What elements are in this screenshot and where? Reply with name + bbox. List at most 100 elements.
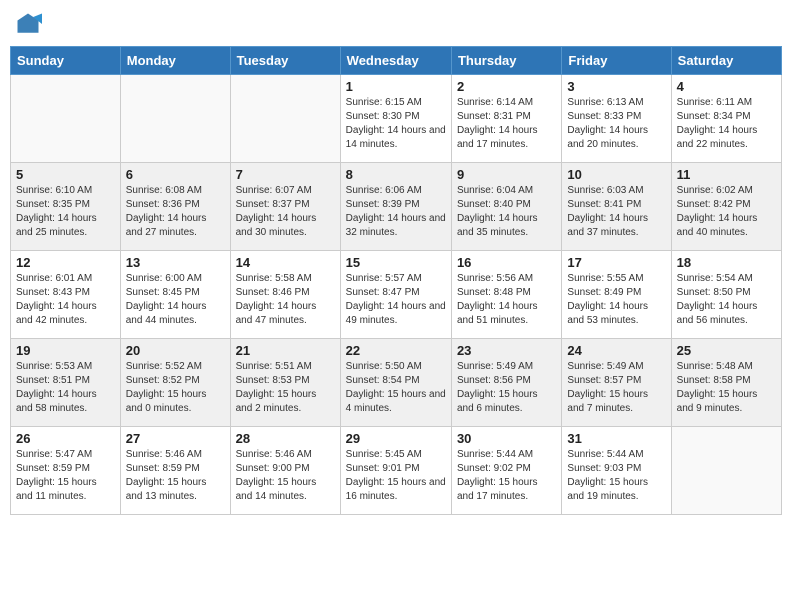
day-number: 8 (346, 167, 446, 182)
day-info: Sunrise: 5:52 AMSunset: 8:52 PMDaylight:… (126, 360, 225, 416)
day-number: 15 (346, 255, 446, 270)
day-cell: 22 Sunrise: 5:50 AMSunset: 8:54 PMDayligh… (340, 339, 451, 427)
day-info: Sunrise: 5:46 AMSunset: 9:00 PMDaylight:… (236, 448, 335, 504)
day-cell: 21 Sunrise: 5:51 AMSunset: 8:53 PMDayligh… (230, 339, 340, 427)
day-info: Sunrise: 6:00 AMSunset: 8:45 PMDaylight:… (126, 272, 225, 328)
day-cell: 28 Sunrise: 5:46 AMSunset: 9:00 PMDayligh… (230, 427, 340, 515)
day-cell: 27 Sunrise: 5:46 AMSunset: 8:59 PMDayligh… (120, 427, 230, 515)
day-info: Sunrise: 5:56 AMSunset: 8:48 PMDaylight:… (457, 272, 556, 328)
day-info: Sunrise: 6:04 AMSunset: 8:40 PMDaylight:… (457, 184, 556, 240)
day-number: 14 (236, 255, 335, 270)
logo-icon (14, 10, 42, 38)
day-cell: 1 Sunrise: 6:15 AMSunset: 8:30 PMDaylight… (340, 75, 451, 163)
day-number: 16 (457, 255, 556, 270)
day-info: Sunrise: 5:50 AMSunset: 8:54 PMDaylight:… (346, 360, 446, 416)
day-info: Sunrise: 5:47 AMSunset: 8:59 PMDaylight:… (16, 448, 115, 504)
day-number: 3 (567, 79, 665, 94)
day-number: 22 (346, 343, 446, 358)
day-number: 28 (236, 431, 335, 446)
logo (14, 10, 44, 38)
day-number: 20 (126, 343, 225, 358)
col-header-thursday: Thursday (451, 47, 561, 75)
day-number: 17 (567, 255, 665, 270)
day-number: 11 (677, 167, 776, 182)
day-info: Sunrise: 6:03 AMSunset: 8:41 PMDaylight:… (567, 184, 665, 240)
week-row-5: 26Sunrise: 5:47 AMSunset: 8:59 PMDayligh… (11, 427, 782, 515)
day-info: Sunrise: 5:45 AMSunset: 9:01 PMDaylight:… (346, 448, 446, 504)
day-number: 31 (567, 431, 665, 446)
day-info: Sunrise: 6:07 AMSunset: 8:37 PMDaylight:… (236, 184, 335, 240)
day-number: 6 (126, 167, 225, 182)
day-cell: 25Sunrise: 5:48 AMSunset: 8:58 PMDayligh… (671, 339, 781, 427)
day-info: Sunrise: 6:13 AMSunset: 8:33 PMDaylight:… (567, 96, 665, 152)
day-number: 27 (126, 431, 225, 446)
col-header-friday: Friday (562, 47, 671, 75)
calendar-header-row: SundayMondayTuesdayWednesdayThursdayFrid… (11, 47, 782, 75)
day-cell: 7 Sunrise: 6:07 AMSunset: 8:37 PMDaylight… (230, 163, 340, 251)
day-number: 30 (457, 431, 556, 446)
day-info: Sunrise: 5:49 AMSunset: 8:57 PMDaylight:… (567, 360, 665, 416)
day-number: 21 (236, 343, 335, 358)
day-cell: 29 Sunrise: 5:45 AMSunset: 9:01 PMDayligh… (340, 427, 451, 515)
day-info: Sunrise: 6:10 AMSunset: 8:35 PMDaylight:… (16, 184, 115, 240)
day-info: Sunrise: 6:15 AMSunset: 8:30 PMDaylight:… (346, 96, 446, 152)
day-info: Sunrise: 6:11 AMSunset: 8:34 PMDaylight:… (677, 96, 776, 152)
day-info: Sunrise: 6:06 AMSunset: 8:39 PMDaylight:… (346, 184, 446, 240)
day-cell: 3 Sunrise: 6:13 AMSunset: 8:33 PMDaylight… (562, 75, 671, 163)
day-info: Sunrise: 5:49 AMSunset: 8:56 PMDaylight:… (457, 360, 556, 416)
day-info: Sunrise: 5:54 AMSunset: 8:50 PMDaylight:… (677, 272, 776, 328)
day-cell: 16 Sunrise: 5:56 AMSunset: 8:48 PMDayligh… (451, 251, 561, 339)
day-cell: 6 Sunrise: 6:08 AMSunset: 8:36 PMDaylight… (120, 163, 230, 251)
week-row-1: 1 Sunrise: 6:15 AMSunset: 8:30 PMDaylight… (11, 75, 782, 163)
col-header-sunday: Sunday (11, 47, 121, 75)
day-info: Sunrise: 5:57 AMSunset: 8:47 PMDaylight:… (346, 272, 446, 328)
day-number: 5 (16, 167, 115, 182)
week-row-2: 5 Sunrise: 6:10 AMSunset: 8:35 PMDaylight… (11, 163, 782, 251)
day-number: 19 (16, 343, 115, 358)
calendar-table: SundayMondayTuesdayWednesdayThursdayFrid… (10, 46, 782, 515)
day-number: 24 (567, 343, 665, 358)
day-number: 2 (457, 79, 556, 94)
day-cell: 19 Sunrise: 5:53 AMSunset: 8:51 PMDayligh… (11, 339, 121, 427)
day-cell: 26Sunrise: 5:47 AMSunset: 8:59 PMDayligh… (11, 427, 121, 515)
col-header-monday: Monday (120, 47, 230, 75)
day-info: Sunrise: 5:51 AMSunset: 8:53 PMDaylight:… (236, 360, 335, 416)
day-number: 7 (236, 167, 335, 182)
day-info: Sunrise: 5:48 AMSunset: 8:58 PMDaylight:… (677, 360, 776, 416)
day-number: 23 (457, 343, 556, 358)
day-info: Sunrise: 6:08 AMSunset: 8:36 PMDaylight:… (126, 184, 225, 240)
col-header-tuesday: Tuesday (230, 47, 340, 75)
day-cell (11, 75, 121, 163)
day-cell: 11 Sunrise: 6:02 AMSunset: 8:42 PMDayligh… (671, 163, 781, 251)
day-cell (230, 75, 340, 163)
day-cell: 8 Sunrise: 6:06 AMSunset: 8:39 PMDaylight… (340, 163, 451, 251)
day-info: Sunrise: 5:53 AMSunset: 8:51 PMDaylight:… (16, 360, 115, 416)
day-cell: 10 Sunrise: 6:03 AMSunset: 8:41 PMDayligh… (562, 163, 671, 251)
day-number: 18 (677, 255, 776, 270)
day-cell: 14Sunrise: 5:58 AMSunset: 8:46 PMDayligh… (230, 251, 340, 339)
day-info: Sunrise: 5:46 AMSunset: 8:59 PMDaylight:… (126, 448, 225, 504)
day-cell: 12Sunrise: 6:01 AMSunset: 8:43 PMDayligh… (11, 251, 121, 339)
day-cell (671, 427, 781, 515)
day-cell: 18 Sunrise: 5:54 AMSunset: 8:50 PMDayligh… (671, 251, 781, 339)
day-info: Sunrise: 6:01 AMSunset: 8:43 PMDaylight:… (16, 272, 115, 328)
day-cell: 4Sunrise: 6:11 AMSunset: 8:34 PMDaylight… (671, 75, 781, 163)
day-cell: 20 Sunrise: 5:52 AMSunset: 8:52 PMDayligh… (120, 339, 230, 427)
day-number: 10 (567, 167, 665, 182)
day-cell: 24 Sunrise: 5:49 AMSunset: 8:57 PMDayligh… (562, 339, 671, 427)
page-header (10, 10, 782, 38)
day-cell: 31 Sunrise: 5:44 AMSunset: 9:03 PMDayligh… (562, 427, 671, 515)
day-cell: 30Sunrise: 5:44 AMSunset: 9:02 PMDayligh… (451, 427, 561, 515)
day-cell (120, 75, 230, 163)
day-info: Sunrise: 5:44 AMSunset: 9:03 PMDaylight:… (567, 448, 665, 504)
day-number: 1 (346, 79, 446, 94)
day-number: 29 (346, 431, 446, 446)
col-header-saturday: Saturday (671, 47, 781, 75)
day-info: Sunrise: 6:02 AMSunset: 8:42 PMDaylight:… (677, 184, 776, 240)
day-number: 13 (126, 255, 225, 270)
col-header-wednesday: Wednesday (340, 47, 451, 75)
day-cell: 5 Sunrise: 6:10 AMSunset: 8:35 PMDaylight… (11, 163, 121, 251)
day-cell: 17Sunrise: 5:55 AMSunset: 8:49 PMDayligh… (562, 251, 671, 339)
day-info: Sunrise: 6:14 AMSunset: 8:31 PMDaylight:… (457, 96, 556, 152)
day-cell: 15 Sunrise: 5:57 AMSunset: 8:47 PMDayligh… (340, 251, 451, 339)
